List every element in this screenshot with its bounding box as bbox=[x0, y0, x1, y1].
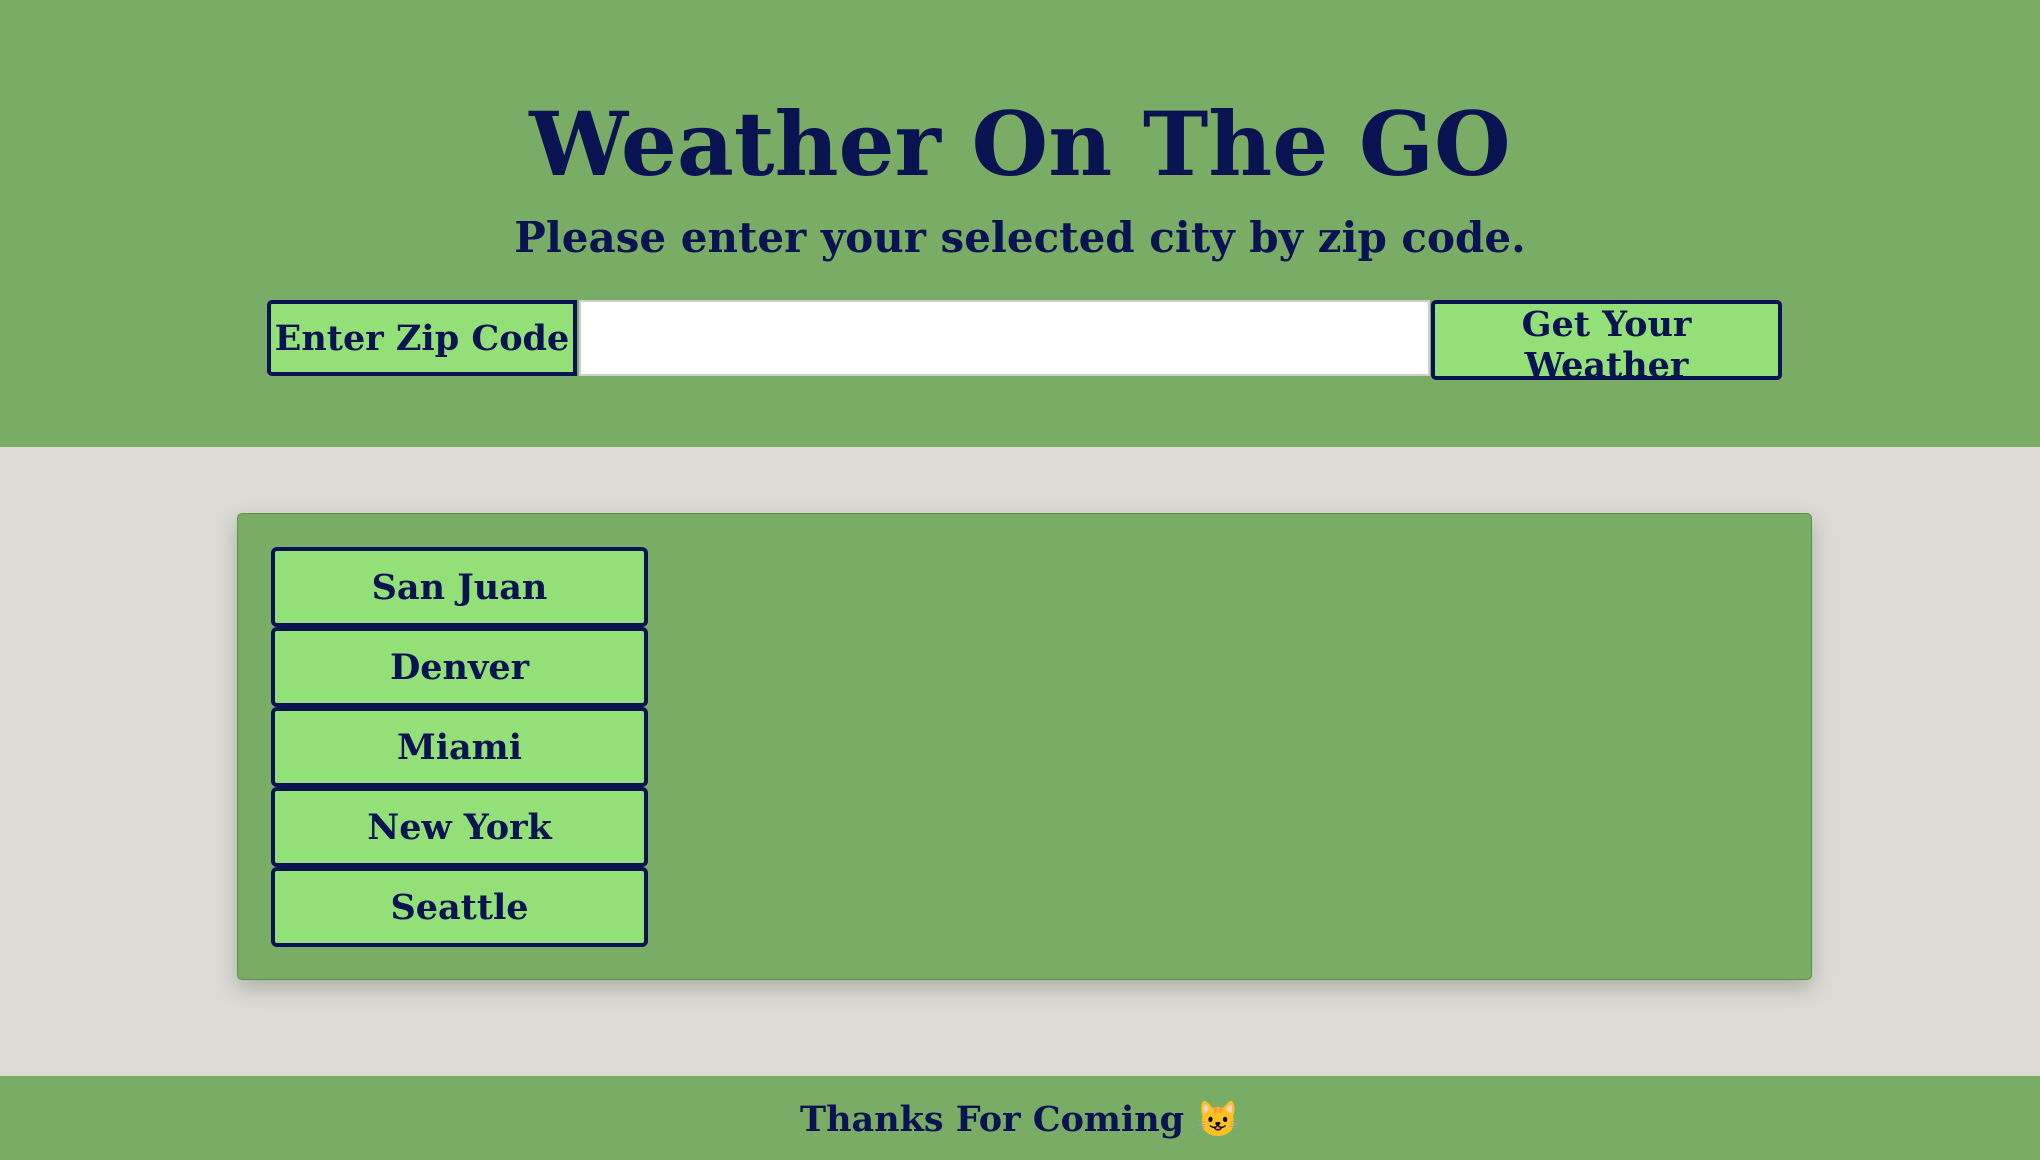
header: Weather On The GO Please enter your sele… bbox=[0, 0, 2040, 447]
city-button-seattle[interactable]: Seattle bbox=[271, 867, 648, 947]
footer-text: Thanks For Coming 😺 bbox=[800, 1099, 1240, 1140]
footer: Thanks For Coming 😺 bbox=[0, 1076, 2040, 1160]
city-button-denver[interactable]: Denver bbox=[271, 627, 648, 707]
city-list: San Juan Denver Miami New York Seattle bbox=[271, 547, 648, 947]
city-button-miami[interactable]: Miami bbox=[271, 707, 648, 787]
city-panel: San Juan Denver Miami New York Seattle bbox=[237, 513, 1812, 980]
page-subtitle: Please enter your selected city by zip c… bbox=[514, 213, 1526, 262]
city-button-san-juan[interactable]: San Juan bbox=[271, 547, 648, 627]
city-button-new-york[interactable]: New York bbox=[271, 787, 648, 867]
page-title: Weather On The GO bbox=[529, 92, 1511, 196]
zip-code-label: Enter Zip Code bbox=[267, 300, 577, 376]
get-weather-button[interactable]: Get Your Weather bbox=[1431, 300, 1782, 386]
zip-code-input[interactable] bbox=[579, 300, 1430, 376]
